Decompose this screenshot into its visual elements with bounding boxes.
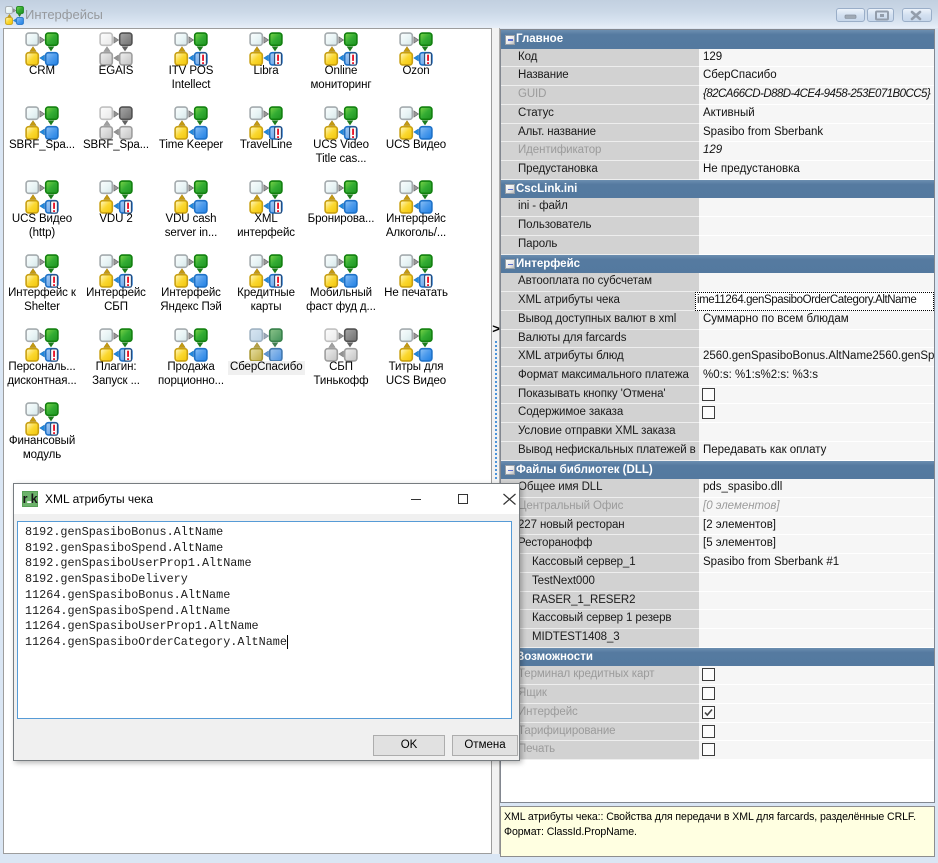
svg-text:k: k — [31, 492, 38, 506]
svg-text:r: r — [23, 492, 28, 506]
